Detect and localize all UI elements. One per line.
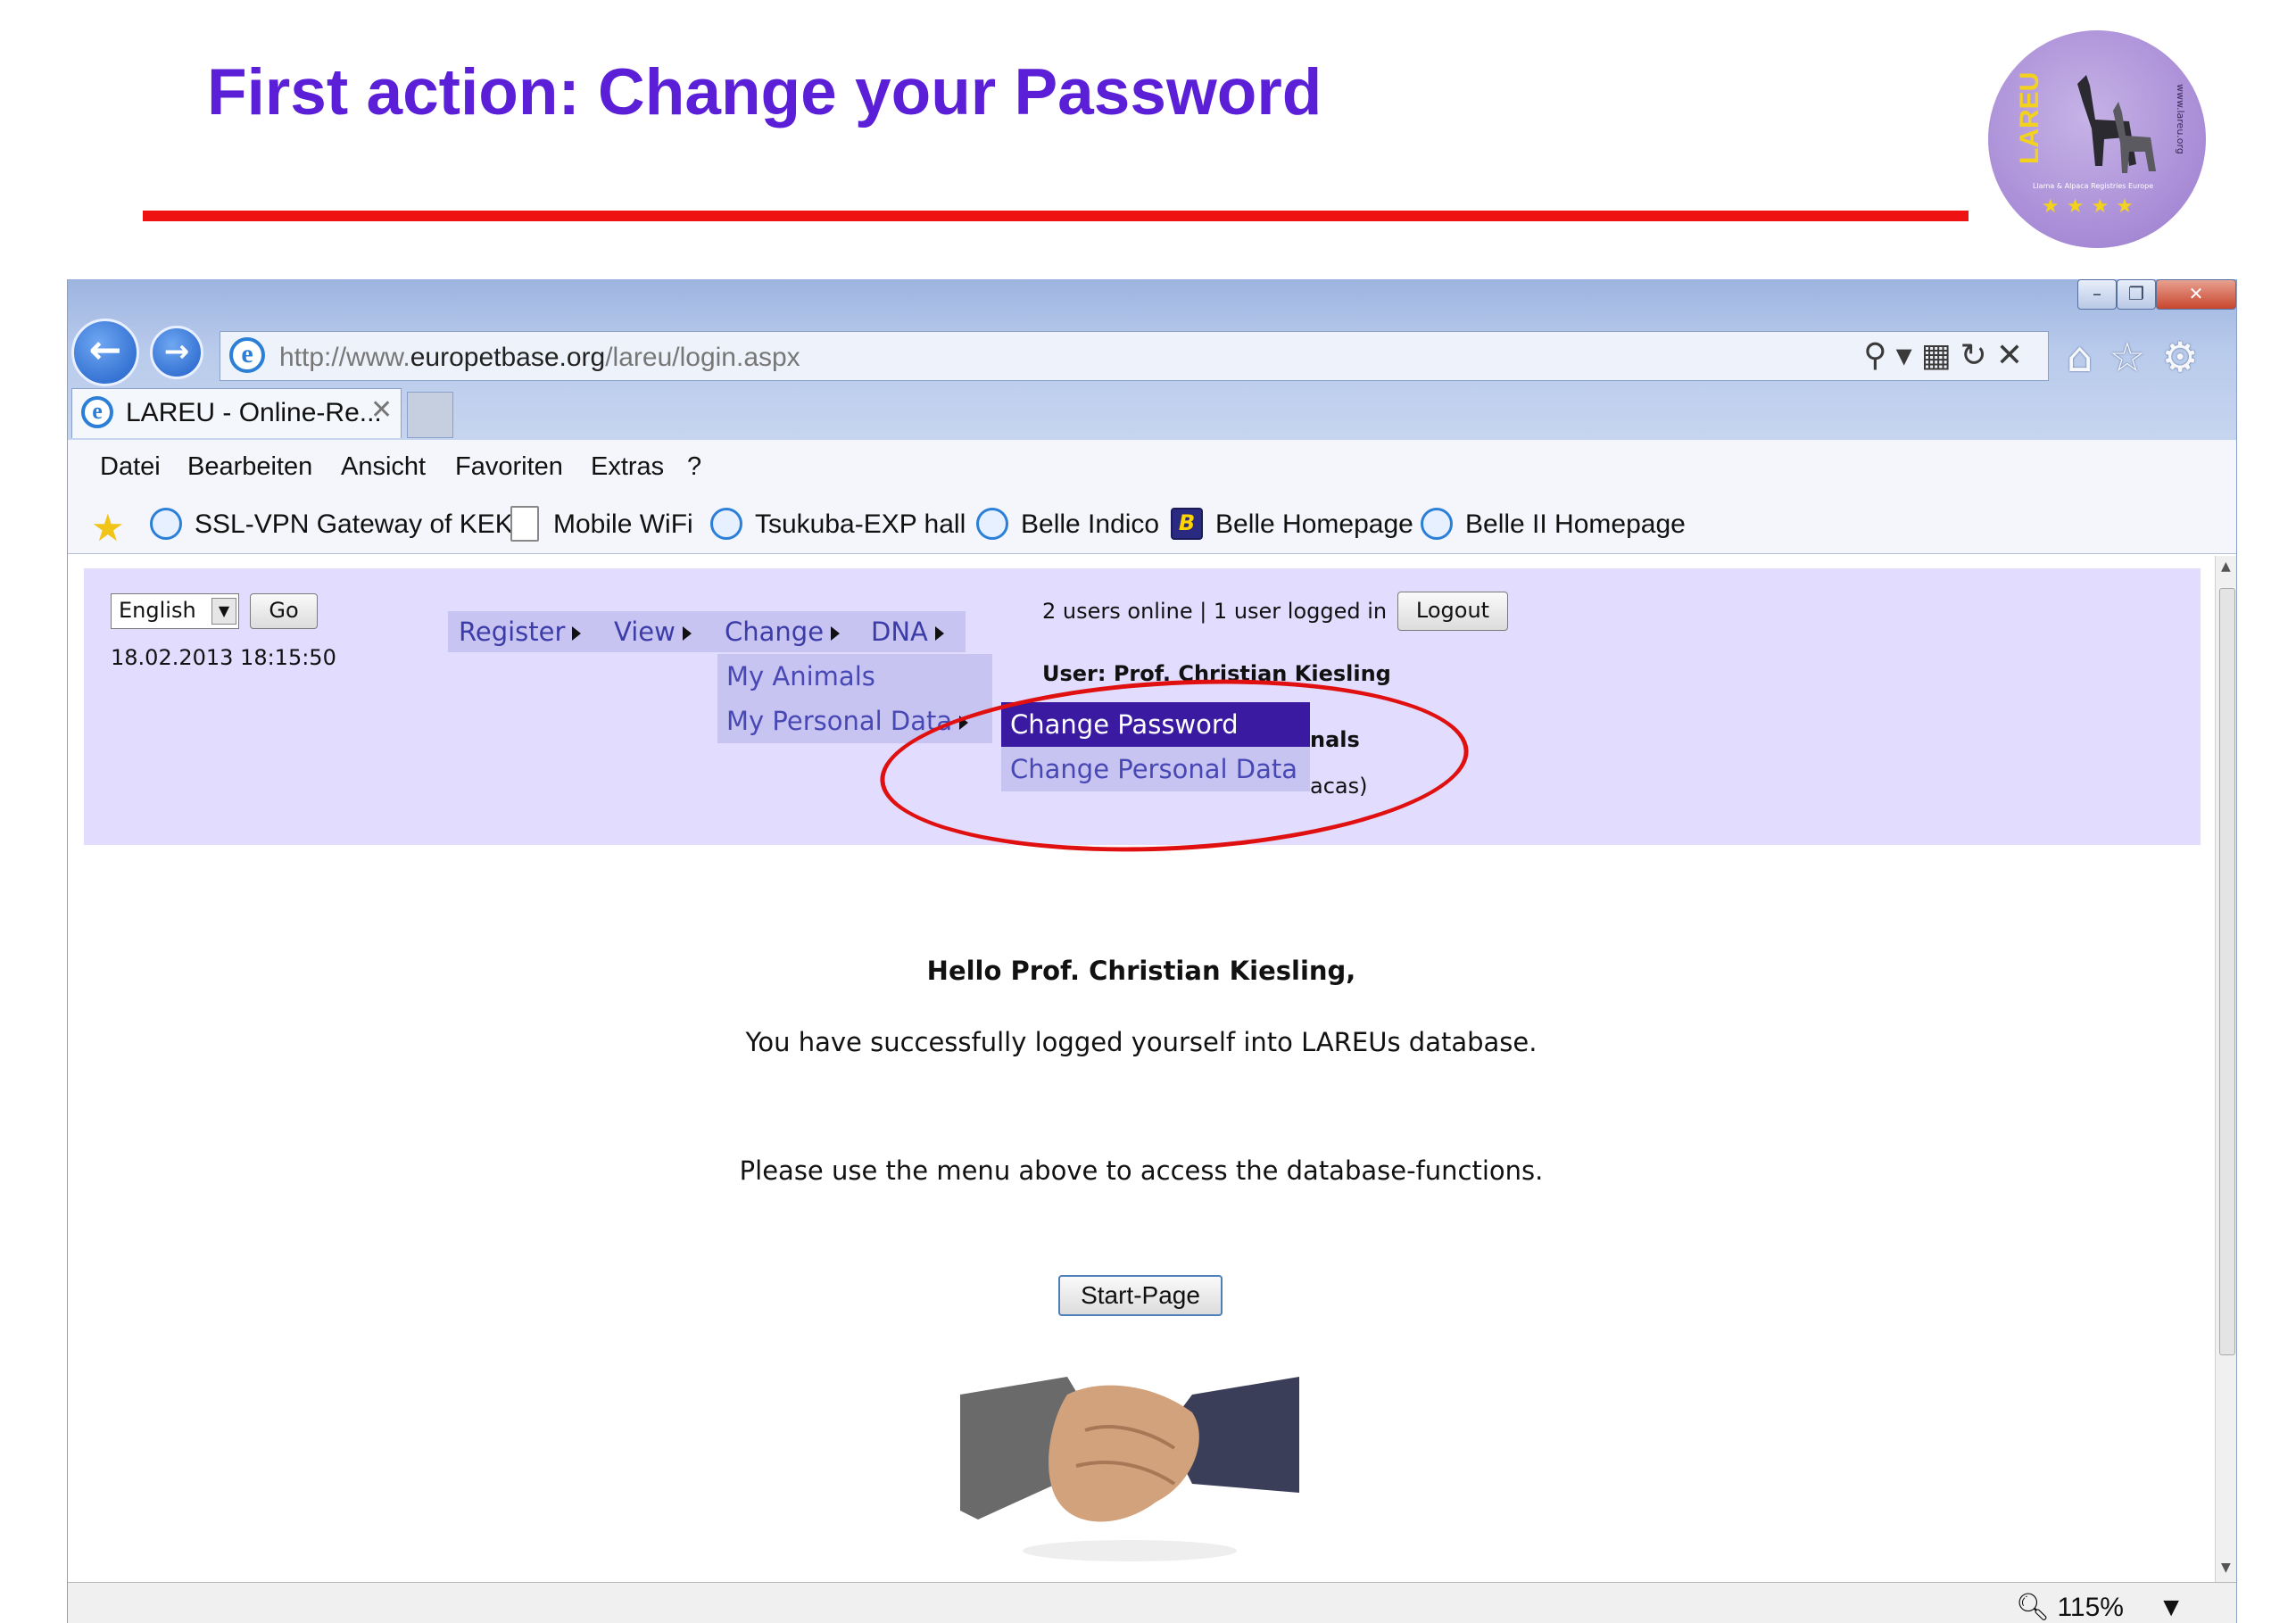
menu-dna[interactable]: DNA	[871, 617, 944, 647]
chevron-down-icon[interactable]: ▼	[2158, 1593, 2184, 1622]
tab-ie-icon: e	[81, 396, 113, 428]
title-divider	[143, 211, 1969, 221]
handshake-image	[960, 1377, 1299, 1561]
page-content: English ▼ Go 18.02.2013 18:15:50 Registe…	[68, 556, 2215, 1582]
logo-subtitle: Llama & Alpaca Registries Europe	[2033, 182, 2154, 190]
slide-title: First action: Change your Password	[207, 56, 1322, 128]
header-panel: English ▼ Go 18.02.2013 18:15:50 Registe…	[84, 568, 2201, 866]
caret-right-icon	[831, 626, 841, 641]
greeting: Hello Prof. Christian Kiesling,	[926, 956, 1356, 986]
tab-title: LAREU - Online-Re...	[126, 398, 382, 427]
status-bar: 🔍︎ 115% ▼	[68, 1582, 2236, 1623]
menu-ansicht[interactable]: Ansicht	[341, 452, 426, 482]
favorites-star-icon[interactable]: ☆	[2109, 333, 2161, 381]
login-message: You have successfully logged yourself in…	[745, 1027, 1538, 1057]
menu-favoriten[interactable]: Favoriten	[455, 452, 563, 482]
fav-belle2-homepage[interactable]: Belle II Homepage	[1465, 509, 1686, 540]
caret-right-icon	[934, 626, 944, 641]
datetime: 18.02.2013 18:15:50	[111, 645, 336, 670]
online-status: 2 users online | 1 user logged in	[1042, 599, 1388, 624]
add-favorite-star-icon[interactable]: ★	[91, 506, 125, 550]
browser-chrome: – ❐ ✕ ← → e http://www.europetbase.org/l…	[68, 279, 2236, 440]
back-button[interactable]: ←	[71, 319, 139, 386]
ie-favicon-icon	[976, 508, 1008, 540]
menu-extras[interactable]: Extras	[591, 452, 664, 482]
close-window-icon[interactable]: ✕	[2156, 279, 2236, 310]
menu-help[interactable]: ?	[687, 452, 701, 482]
scroll-thumb[interactable]	[2219, 588, 2235, 1355]
menu-view[interactable]: View	[614, 617, 692, 647]
home-icon[interactable]: ⌂	[2067, 333, 2109, 381]
compat-view-icon[interactable]: ▦	[1921, 337, 1960, 374]
address-bar[interactable]: e http://www.europetbase.org/lareu/login…	[220, 331, 2049, 381]
menu-bar: Datei Bearbeiten Ansicht Favoriten Extra…	[68, 440, 2236, 495]
chevron-down-icon[interactable]: ▼	[211, 598, 236, 625]
fav-tsukuba[interactable]: Tsukuba-EXP hall	[755, 509, 966, 540]
logo-url: www.lareu.org	[2175, 84, 2186, 154]
page-favicon-icon	[510, 506, 539, 542]
main-menu: Register View Change DNA	[448, 611, 966, 652]
llama-icon	[2077, 75, 2156, 173]
new-tab-button[interactable]	[407, 392, 453, 438]
scroll-up-icon[interactable]: ▲	[2221, 559, 2231, 574]
zoom-level[interactable]: 🔍︎ 115% ▼	[2016, 1592, 2184, 1623]
scroll-down-icon[interactable]: ▼	[2221, 1561, 2231, 1575]
fav-belle-homepage[interactable]: Belle Homepage	[1215, 509, 1413, 540]
caret-right-icon	[682, 626, 692, 641]
window-controls: – ❐ ✕	[2077, 279, 2236, 310]
menu-register[interactable]: Register	[459, 617, 582, 647]
zoom-icon: 🔍︎	[2016, 1593, 2051, 1622]
stop-icon[interactable]: ✕	[1996, 337, 2032, 374]
language-select[interactable]: English ▼	[111, 593, 239, 629]
gear-icon[interactable]: ⚙	[2161, 333, 2214, 381]
menu-datei[interactable]: Datei	[100, 452, 161, 482]
restore-icon[interactable]: ❐	[2117, 279, 2156, 310]
browser-tab[interactable]: e LAREU - Online-Re... ✕	[71, 388, 402, 438]
instruction-message: Please use the menu above to access the …	[739, 1155, 1544, 1186]
logo-stars-icon: ★★★★	[2042, 195, 2141, 218]
address-url[interactable]: http://www.europetbase.org/lareu/login.a…	[279, 343, 800, 373]
fav-belle-indico[interactable]: Belle Indico	[1021, 509, 1159, 540]
fav-ssl-vpn[interactable]: SSL-VPN Gateway of KEK	[195, 509, 513, 540]
minimize-icon[interactable]: –	[2077, 279, 2117, 310]
fav-mobile-wifi[interactable]: Mobile WiFi	[553, 509, 693, 540]
logout-button[interactable]: Logout	[1397, 592, 1508, 631]
dropdown-icon[interactable]: ▾	[1896, 337, 1921, 374]
vertical-scrollbar[interactable]: ▲ ▼	[2215, 556, 2236, 1582]
lareu-logo: LAREU www.lareu.org Llama & Alpaca Regis…	[1988, 30, 2206, 248]
forward-button[interactable]: →	[150, 326, 203, 379]
menu-change[interactable]: Change	[725, 617, 841, 647]
browser-window: – ❐ ✕ ← → e http://www.europetbase.org/l…	[67, 279, 2237, 1623]
menu-bearbeiten[interactable]: Bearbeiten	[187, 452, 312, 482]
go-button[interactable]: Go	[250, 593, 318, 629]
belle-favicon-icon: B	[1171, 508, 1203, 540]
caret-right-icon	[572, 626, 582, 641]
start-page-button[interactable]: Start-Page	[1058, 1275, 1223, 1316]
tab-close-icon[interactable]: ✕	[370, 394, 393, 426]
ie-favicon-icon	[710, 508, 742, 540]
ie-favicon-icon	[1421, 508, 1453, 540]
address-tools: ⚲▾▦↻✕	[1863, 337, 2032, 374]
refresh-icon[interactable]: ↻	[1960, 337, 1996, 374]
browser-toolbar-icons: ⌂☆⚙	[2067, 333, 2215, 381]
logo-wordmark: LAREU	[2015, 71, 2044, 164]
search-icon[interactable]: ⚲	[1863, 337, 1895, 374]
submenu-my-animals[interactable]: My Animals	[726, 661, 875, 691]
ie-page-icon: e	[229, 337, 265, 373]
favorites-bar: ★ SSL-VPN Gateway of KEK Mobile WiFi Tsu…	[68, 495, 2236, 554]
ie-favicon-icon	[150, 508, 182, 540]
